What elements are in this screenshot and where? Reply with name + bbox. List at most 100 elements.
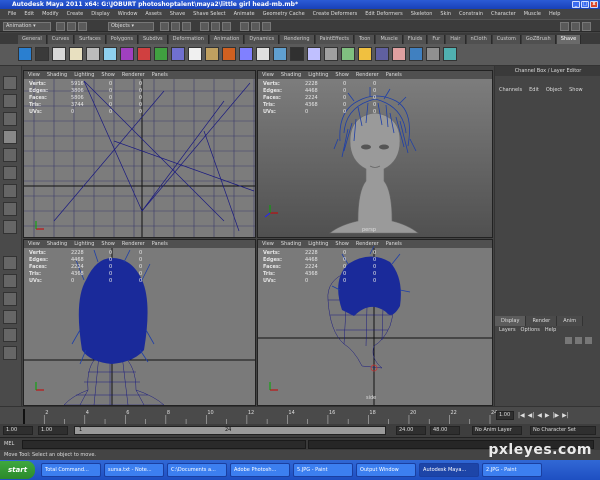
tab-painteffects[interactable]: PaintEffects: [315, 35, 354, 44]
menu-help[interactable]: Help: [545, 11, 564, 17]
open-scene-icon[interactable]: [67, 22, 76, 31]
snap-grid-icon[interactable]: [200, 22, 209, 31]
tab-fluids[interactable]: Fluids: [403, 35, 428, 44]
shelf-tool-icon[interactable]: [443, 47, 457, 61]
taskbar-item[interactable]: Adobe Photosh...: [230, 463, 291, 477]
minimize-icon[interactable]: _: [572, 1, 580, 8]
step-back-icon[interactable]: ◀|: [528, 412, 535, 419]
step-forward-icon[interactable]: |▶: [553, 412, 560, 419]
menu-edit[interactable]: Edit: [529, 86, 539, 95]
tab-gozbrush[interactable]: GoZBrush: [521, 35, 556, 44]
menu-character[interactable]: Character: [487, 11, 520, 17]
tab-curves[interactable]: Curves: [47, 35, 75, 44]
tab-render[interactable]: Render: [526, 316, 558, 326]
render-icon[interactable]: [240, 22, 249, 31]
viewport-side[interactable]: View Shading Lighting Show Renderer Panels Ve…: [257, 239, 493, 406]
close-icon[interactable]: x: [590, 1, 598, 8]
soft-mod-tool-icon[interactable]: [3, 202, 17, 216]
shelf-tool-icon[interactable]: [120, 47, 134, 61]
range-bar[interactable]: 1 24: [74, 426, 386, 435]
show-tool-settings-icon[interactable]: [571, 22, 580, 31]
shelf-tool-icon[interactable]: [239, 47, 253, 61]
snap-point-icon[interactable]: [222, 22, 231, 31]
new-scene-icon[interactable]: [56, 22, 65, 31]
tab-custom[interactable]: Custom: [492, 35, 521, 44]
show-attribute-editor-icon[interactable]: [560, 22, 569, 31]
show-manipulator-icon[interactable]: [3, 220, 17, 234]
menu-geometry-cache[interactable]: Geometry Cache: [259, 11, 309, 17]
viewport-front[interactable]: View Shading Lighting Show Renderer Panels Ve…: [23, 239, 256, 406]
tab-surfaces[interactable]: Surfaces: [75, 35, 106, 44]
menu-shave-select[interactable]: Shave Select: [189, 11, 229, 17]
menu-create[interactable]: Create: [63, 11, 88, 17]
shelf-tool-icon[interactable]: [256, 47, 270, 61]
menu-shave[interactable]: Shave: [166, 11, 189, 17]
menu-animate[interactable]: Animate: [230, 11, 259, 17]
tab-animation[interactable]: Animation: [209, 35, 245, 44]
shelf-tool-icon[interactable]: [18, 47, 32, 61]
anim-layer-dropdown[interactable]: No Anim Layer: [472, 426, 522, 435]
menu-display[interactable]: Display: [87, 11, 113, 17]
render-settings-icon[interactable]: [262, 22, 271, 31]
shelf-tool-icon[interactable]: [52, 47, 66, 61]
shelf-tool-icon[interactable]: [86, 47, 100, 61]
select-tool-icon[interactable]: [3, 76, 17, 90]
shelf-tool-icon[interactable]: [273, 47, 287, 61]
taskbar-item[interactable]: sursa.txt - Note...: [104, 463, 165, 477]
menu-show[interactable]: Show: [569, 86, 583, 95]
shelf-tool-icon[interactable]: [358, 47, 372, 61]
character-set-dropdown[interactable]: No Character Set: [530, 426, 596, 435]
universal-manipulator-icon[interactable]: [3, 184, 17, 198]
tab-hair[interactable]: Hair: [446, 35, 466, 44]
maximize-icon[interactable]: □: [581, 1, 589, 8]
menu-layers[interactable]: Layers: [499, 326, 516, 335]
play-forward-icon[interactable]: ▶: [545, 412, 550, 419]
outliner-layout-icon[interactable]: [3, 310, 17, 324]
playback-start-field[interactable]: 1.00: [38, 426, 68, 435]
taskbar-item[interactable]: Autodesk Maya...: [419, 463, 480, 477]
scale-tool-icon[interactable]: [3, 166, 17, 180]
two-pane-layout-icon[interactable]: [3, 292, 17, 306]
show-channel-box-icon[interactable]: [582, 22, 591, 31]
menu-help[interactable]: Help: [545, 326, 556, 335]
menu-edit[interactable]: Edit: [20, 11, 38, 17]
menu-options[interactable]: Options: [521, 326, 540, 335]
menu-modify[interactable]: Modify: [38, 11, 63, 17]
shelf-tool-icon[interactable]: [392, 47, 406, 61]
shelf-tool-icon[interactable]: [103, 47, 117, 61]
select-object-icon[interactable]: [171, 22, 180, 31]
current-time-marker[interactable]: [23, 409, 25, 424]
shelf-tool-icon[interactable]: [307, 47, 321, 61]
playback-end-field[interactable]: 24.00: [396, 426, 426, 435]
tab-ncloth[interactable]: nCloth: [466, 35, 492, 44]
taskbar-item[interactable]: C:\Documents a...: [167, 463, 228, 477]
lasso-tool-icon[interactable]: [3, 94, 17, 108]
viewport-persp[interactable]: View Shading Lighting Show Renderer Panels Ve…: [257, 70, 493, 238]
tab-muscle[interactable]: Muscle: [376, 35, 403, 44]
taskbar-item[interactable]: 2.JPG - Paint: [482, 463, 543, 477]
move-tool-icon[interactable]: [3, 130, 17, 144]
tab-dynamics[interactable]: Dynamics: [245, 35, 280, 44]
shelf-tool-icon[interactable]: [222, 47, 236, 61]
tab-rendering[interactable]: Rendering: [280, 35, 315, 44]
menu-assets[interactable]: Assets: [141, 11, 165, 17]
current-frame-field[interactable]: 1.00: [496, 411, 514, 420]
ipr-render-icon[interactable]: [251, 22, 260, 31]
shelf-tool-icon[interactable]: [375, 47, 389, 61]
tab-fur[interactable]: Fur: [428, 35, 446, 44]
shelf-tool-icon[interactable]: [35, 47, 49, 61]
select-hierarchy-icon[interactable]: [160, 22, 169, 31]
play-back-icon[interactable]: ◀: [537, 412, 542, 419]
menu-skeleton[interactable]: Skeleton: [407, 11, 437, 17]
start-time-field[interactable]: 1.00: [3, 426, 33, 435]
taskbar-item[interactable]: Output Window: [356, 463, 417, 477]
tab-general[interactable]: General: [18, 35, 47, 44]
select-component-icon[interactable]: [182, 22, 191, 31]
shelf-tool-icon[interactable]: [341, 47, 355, 61]
selection-mode-dropdown[interactable]: Objects ▾: [108, 22, 154, 31]
graph-editor-layout-icon[interactable]: [3, 328, 17, 342]
tab-deformation[interactable]: Deformation: [168, 35, 209, 44]
tab-toon[interactable]: Toon: [354, 35, 376, 44]
viewport-top[interactable]: View Shading Lighting Show Renderer Panels Ve…: [23, 70, 256, 238]
shelf-tool-icon[interactable]: [426, 47, 440, 61]
